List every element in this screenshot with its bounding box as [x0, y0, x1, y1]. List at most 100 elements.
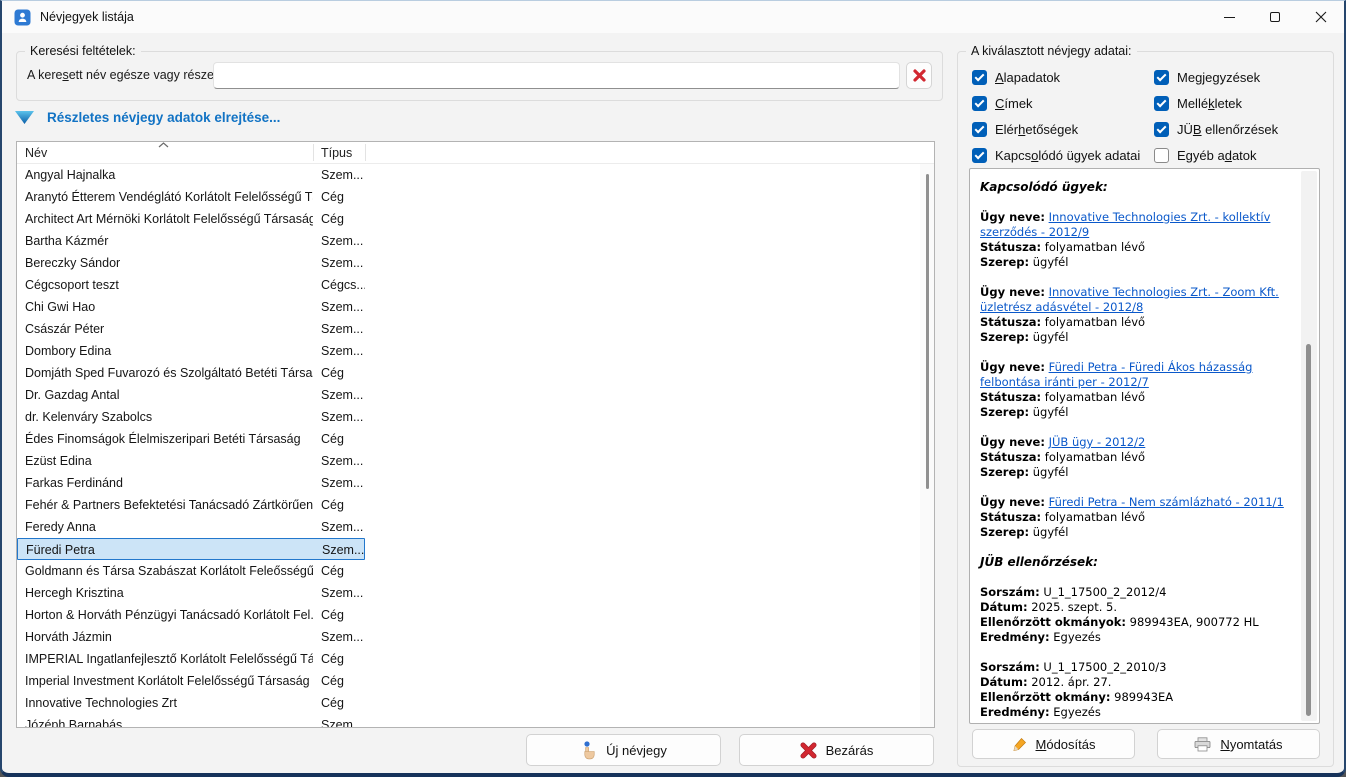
table-row[interactable]: Dombory Edina Szem... — [17, 340, 365, 362]
contact-name: Chi Gwi Hao — [25, 296, 313, 318]
table-row[interactable]: Goldmann és Társa Szabászat Korlátolt Fe… — [17, 560, 365, 582]
toggle-details-link[interactable]: Részletes névjegy adatok elrejtése... — [14, 106, 280, 128]
table-row[interactable]: Császár Péter Szem... — [17, 318, 365, 340]
contact-type: Szem... — [321, 626, 365, 648]
table-row[interactable]: Horton & Horváth Pénzügyi Tanácsadó Korl… — [17, 604, 365, 626]
contact-name: Édes Finomságok Élelmiszeripari Betéti T… — [25, 428, 313, 450]
checkbox-column-left: Alapadatok Címek Elérhetőségek Kapcsolód… — [972, 64, 1152, 168]
table-row[interactable]: Cégcsoport teszt Cégcs... — [17, 274, 365, 296]
checkbox-icon[interactable] — [972, 96, 987, 111]
data-section-checkbox-option[interactable]: Mellékletek — [1154, 90, 1334, 116]
table-row[interactable]: Farkas Ferdinánd Szem... — [17, 472, 365, 494]
contact-type: Szem... — [321, 252, 365, 274]
selected-contact-group-label: A kiválasztott névjegy adatai: — [966, 44, 1137, 58]
search-input[interactable] — [213, 62, 900, 89]
modify-button[interactable]: Módosítás — [972, 729, 1135, 759]
checkbox-icon[interactable] — [1154, 96, 1169, 111]
jub-documents-label: Ellenőrzött okmányok: — [980, 615, 1126, 629]
checkbox-label: Megjegyzések — [1177, 70, 1260, 85]
table-row[interactable]: Dr. Gazdag Antal Szem... — [17, 384, 365, 406]
table-row[interactable]: Józéph Barnabás Szem... — [17, 714, 365, 728]
contact-name: Dombory Edina — [25, 340, 313, 362]
contact-type: Szem... — [322, 539, 366, 561]
checkbox-icon[interactable] — [1154, 148, 1169, 163]
data-section-checkbox-option[interactable]: Elérhetőségek — [972, 116, 1152, 142]
checkbox-label: Kapcsolódó ügyek adatai — [995, 148, 1140, 163]
checkbox-label: Címek — [995, 96, 1033, 111]
contacts-list: Angyal Hajnalka Szem... Aranytó Étterem … — [17, 164, 934, 728]
data-section-checkbox-option[interactable]: JÜB ellenőrzések — [1154, 116, 1334, 142]
case-status-value: folyamatban lévő — [1045, 510, 1145, 524]
title-bar: Névjegyek listája — [2, 1, 1344, 33]
checkbox-label: Alapadatok — [995, 70, 1060, 85]
contact-type: Cég — [321, 428, 365, 450]
close-dialog-button[interactable]: Bezárás — [739, 734, 934, 766]
contact-type: Cég — [321, 648, 365, 670]
contact-type: Szem... — [321, 714, 365, 728]
jub-serial-value: U_1_17500_2_2010/3 — [1043, 660, 1166, 674]
table-scrollbar[interactable] — [920, 164, 934, 727]
clear-search-button[interactable] — [906, 62, 932, 89]
jub-result-value: Egyezés — [1053, 705, 1101, 719]
table-row[interactable]: IMPERIAL Ingatlanfejlesztő Korlátolt Fel… — [17, 648, 365, 670]
table-scrollbar-thumb[interactable] — [926, 174, 929, 489]
checkbox-label: Mellékletek — [1177, 96, 1242, 111]
maximize-button[interactable] — [1252, 1, 1298, 33]
checkbox-icon[interactable] — [1154, 70, 1169, 85]
contact-name: Innovative Technologies Zrt — [25, 692, 313, 714]
print-button[interactable]: Nyomtatás — [1157, 729, 1320, 759]
table-row[interactable]: Ezüst Edina Szem... — [17, 450, 365, 472]
case-link[interactable]: JÜB ügy - 2012/2 — [1049, 435, 1146, 449]
jub-check-entry: Sorszám: U_1_17500_2_2010/3 Dátum: 2012.… — [980, 660, 1291, 720]
contact-details-pane: Kapcsolódó ügyek: Ügy neve: Innovative T… — [969, 168, 1320, 724]
table-row[interactable]: Horváth Jázmin Szem... — [17, 626, 365, 648]
contact-name: Goldmann és Társa Szabászat Korlátolt Fe… — [25, 560, 313, 582]
contact-type: Szem... — [321, 230, 365, 252]
table-row[interactable]: Bereczky Sándor Szem... — [17, 252, 365, 274]
checkbox-icon[interactable] — [972, 148, 987, 163]
details-scrollbar[interactable] — [1301, 171, 1317, 721]
details-scrollbar-thumb[interactable] — [1306, 344, 1311, 716]
contact-type: Cég — [321, 208, 365, 230]
data-section-checkbox-option[interactable]: Címek — [972, 90, 1152, 116]
minimize-button[interactable] — [1206, 1, 1252, 33]
data-section-checkbox-option[interactable]: Alapadatok — [972, 64, 1152, 90]
jub-date-label: Dátum: — [980, 600, 1028, 614]
contact-name: IMPERIAL Ingatlanfejlesztő Korlátolt Fel… — [25, 648, 313, 670]
checkbox-icon[interactable] — [1154, 122, 1169, 137]
contact-name: Domjáth Sped Fuvarozó és Szolgáltató Bet… — [25, 362, 313, 384]
data-section-checkbox-option[interactable]: Megjegyzések — [1154, 64, 1334, 90]
table-row[interactable]: Füredi Petra Szem... — [17, 538, 365, 560]
table-row[interactable]: Architect Art Mérnöki Korlátolt Felelőss… — [17, 208, 365, 230]
table-row[interactable]: dr. Kelenváry Szabolcs Szem... — [17, 406, 365, 428]
data-section-checkbox-option[interactable]: Egyéb adatok — [1154, 142, 1334, 168]
close-icon — [1315, 11, 1327, 23]
table-row[interactable]: Fehér & Partners Befektetési Tanácsadó Z… — [17, 494, 365, 516]
table-header: Név Típus — [17, 142, 934, 164]
data-section-checkbox-option[interactable]: Kapcsolódó ügyek adatai — [972, 142, 1152, 168]
new-contact-button[interactable]: Új névjegy — [526, 734, 721, 766]
table-row[interactable]: Chi Gwi Hao Szem... — [17, 296, 365, 318]
jub-date-value: 2012. ápr. 27. — [1031, 675, 1111, 689]
table-row[interactable]: Édes Finomságok Élelmiszeripari Betéti T… — [17, 428, 365, 450]
collapse-arrow-icon — [14, 109, 35, 126]
table-row[interactable]: Bartha Kázmér Szem... — [17, 230, 365, 252]
case-link[interactable]: Füredi Petra - Nem számlázható - 2011/1 — [1049, 495, 1284, 509]
modify-label: Módosítás — [1036, 737, 1096, 752]
contact-type: Szem... — [321, 582, 365, 604]
checkbox-label: JÜB ellenőrzések — [1177, 122, 1278, 137]
printer-icon — [1194, 737, 1211, 752]
table-row[interactable]: Domjáth Sped Fuvarozó és Szolgáltató Bet… — [17, 362, 365, 384]
checkbox-icon[interactable] — [972, 122, 987, 137]
close-window-button[interactable] — [1298, 1, 1344, 33]
table-row[interactable]: Imperial Investment Korlátolt Felelősség… — [17, 670, 365, 692]
checkbox-icon[interactable] — [972, 70, 987, 85]
table-row[interactable]: Angyal Hajnalka Szem... — [17, 164, 365, 186]
table-row[interactable]: Hercegh Krisztina Szem... — [17, 582, 365, 604]
table-row[interactable]: Feredy Anna Szem... — [17, 516, 365, 538]
column-divider[interactable] — [313, 144, 314, 161]
related-case-entry: Ügy neve: Innovative Technologies Zrt. -… — [980, 210, 1291, 270]
column-divider[interactable] — [365, 144, 366, 161]
table-row[interactable]: Aranytó Étterem Vendéglátó Korlátolt Fel… — [17, 186, 365, 208]
table-row[interactable]: Innovative Technologies Zrt Cég — [17, 692, 365, 714]
